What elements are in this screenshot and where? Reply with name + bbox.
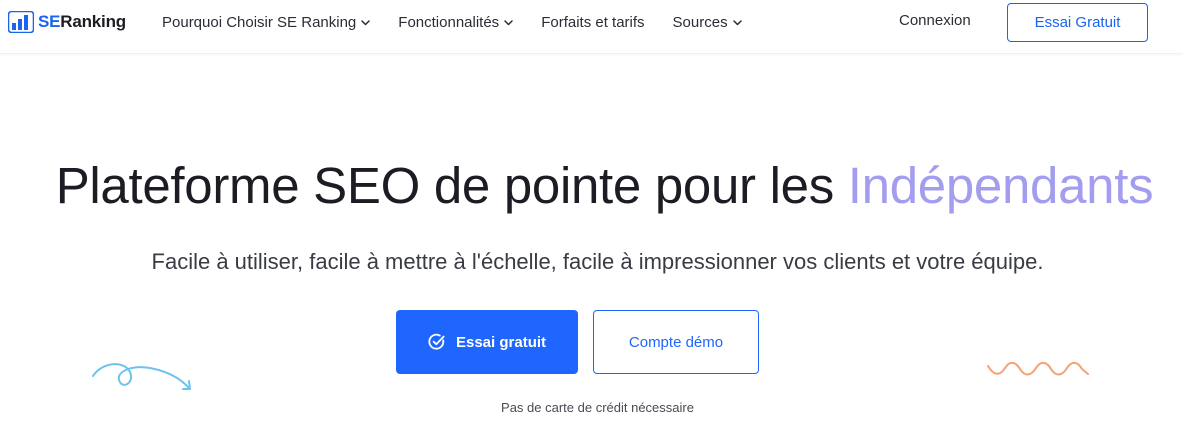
nav-item-features[interactable]: Fonctionnalités [398,14,513,31]
chevron-down-icon [732,20,742,26]
main-nav: Pourquoi Choisir SE Ranking Fonctionnali… [162,0,742,44]
nav-item-label: Fonctionnalités [398,13,500,31]
chevron-down-icon [504,20,513,26]
nav-item-pricing[interactable]: Forfaits et tarifs [541,14,644,31]
loop-arrow-decoration [92,363,191,390]
brand-prefix: SE [38,12,61,31]
nav-item-label: Sources [672,13,728,31]
check-circle-icon [428,333,445,350]
hero-title-accent: Indépendants [847,157,1154,214]
nav-item-label: Forfaits et tarifs [541,13,645,31]
site-header: SERanking Pourquoi Choisir SE Ranking Fo… [0,0,1183,54]
hero-title-main: Plateforme SEO de pointe pour les [55,157,848,214]
brand-logo[interactable]: SERanking [8,10,126,34]
nav-item-why[interactable]: Pourquoi Choisir SE Ranking [162,13,371,31]
hero-subtitle: Facile à utiliser, facile à mettre à l'é… [151,249,1044,274]
free-trial-label: Essai gratuit [455,333,547,351]
demo-account-button[interactable]: Compte démo [593,310,759,374]
header-free-trial-button[interactable]: Essai Gratuit [1007,3,1148,42]
logo-bars-icon [8,11,34,33]
brand-wordmark: SERanking [38,12,126,32]
login-link[interactable]: Connexion [899,12,971,29]
nav-item-resources[interactable]: Sources [673,14,742,31]
no-credit-card-note: Pas de carte de crédit nécessaire [501,400,694,415]
chevron-down-icon [361,20,371,26]
brand-name: Ranking [60,12,126,31]
nav-item-label: Pourquoi Choisir SE Ranking [162,13,357,31]
hero-title: Plateforme SEO de pointe pour les Indépe… [0,156,1183,215]
free-trial-button[interactable]: Essai gratuit [396,310,578,374]
wave-decoration [987,361,1089,376]
